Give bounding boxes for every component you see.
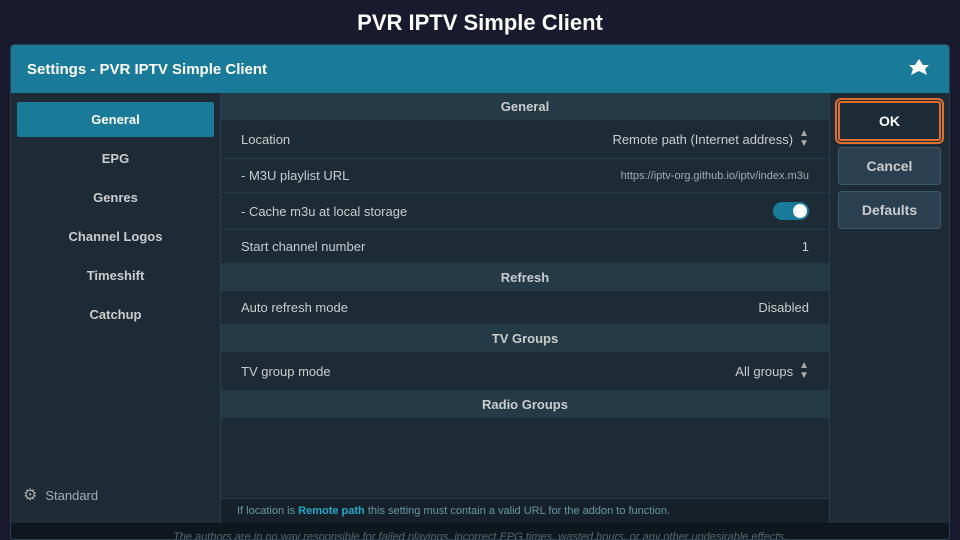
- settings-area[interactable]: General Location Remote path (Internet a…: [221, 93, 829, 498]
- sidebar-bottom: ⚙ Standard: [11, 475, 220, 515]
- footer-disclaimer: The authors are in no way responsible fo…: [11, 523, 949, 540]
- cache-toggle[interactable]: [773, 202, 809, 220]
- ok-button[interactable]: OK: [838, 101, 941, 141]
- setting-row-cache[interactable]: - Cache m3u at local storage: [221, 193, 829, 230]
- location-value: Remote path (Internet address) ▲▼: [612, 129, 809, 149]
- section-header-radio-groups: Radio Groups: [221, 391, 829, 418]
- kodi-icon: [905, 55, 933, 83]
- footer-info-suffix: this setting must contain a valid URL fo…: [365, 505, 670, 517]
- m3u-url-label: - M3U playlist URL: [241, 168, 349, 183]
- section-header-tv-groups: TV Groups: [221, 325, 829, 352]
- setting-row-auto-refresh[interactable]: Auto refresh mode Disabled: [221, 291, 829, 325]
- sidebar-item-genres[interactable]: Genres: [17, 180, 214, 215]
- gear-icon: ⚙: [23, 485, 37, 505]
- section-header-general: General: [221, 93, 829, 120]
- sidebar-item-timeshift[interactable]: Timeshift: [17, 258, 214, 293]
- sidebar-item-catchup[interactable]: Catchup: [17, 297, 214, 332]
- dialog-header: Settings - PVR IPTV Simple Client: [11, 45, 949, 93]
- channel-number-value: 1: [802, 239, 809, 254]
- setting-row-m3u-url[interactable]: - M3U playlist URL https://iptv-org.gith…: [221, 159, 829, 193]
- footer-info: If location is Remote path this setting …: [221, 498, 829, 523]
- m3u-url-value: https://iptv-org.github.io/iptv/index.m3…: [621, 170, 809, 182]
- section-header-refresh: Refresh: [221, 264, 829, 291]
- auto-refresh-value: Disabled: [758, 300, 809, 315]
- setting-row-location[interactable]: Location Remote path (Internet address) …: [221, 120, 829, 159]
- setting-row-channel-number[interactable]: Start channel number 1: [221, 230, 829, 264]
- main-content: General Location Remote path (Internet a…: [221, 93, 829, 523]
- app-title: PVR IPTV Simple Client: [0, 0, 960, 44]
- dialog-body: General EPG Genres Channel Logos Timeshi…: [11, 93, 949, 523]
- buttons-panel: OK Cancel Defaults: [829, 93, 949, 523]
- channel-number-label: Start channel number: [241, 239, 365, 254]
- dialog: Settings - PVR IPTV Simple Client Genera…: [10, 44, 950, 540]
- auto-refresh-label: Auto refresh mode: [241, 300, 348, 315]
- cache-label: - Cache m3u at local storage: [241, 204, 407, 219]
- standard-label: Standard: [45, 488, 98, 503]
- footer-highlight: Remote path: [298, 505, 365, 517]
- sidebar-item-channel-logos[interactable]: Channel Logos: [17, 219, 214, 254]
- setting-row-tv-group-mode[interactable]: TV group mode All groups ▲▼: [221, 352, 829, 391]
- cancel-button[interactable]: Cancel: [838, 147, 941, 185]
- sidebar: General EPG Genres Channel Logos Timeshi…: [11, 93, 221, 523]
- tv-group-mode-label: TV group mode: [241, 364, 331, 379]
- tv-group-mode-value: All groups ▲▼: [735, 361, 809, 381]
- defaults-button[interactable]: Defaults: [838, 191, 941, 229]
- sidebar-item-epg[interactable]: EPG: [17, 141, 214, 176]
- dialog-title: Settings - PVR IPTV Simple Client: [27, 61, 267, 78]
- footer-info-prefix: If location is: [237, 505, 298, 517]
- location-chevrons: ▲▼: [799, 129, 809, 149]
- tv-group-chevrons: ▲▼: [799, 361, 809, 381]
- location-label: Location: [241, 132, 290, 147]
- sidebar-item-general[interactable]: General: [17, 102, 214, 137]
